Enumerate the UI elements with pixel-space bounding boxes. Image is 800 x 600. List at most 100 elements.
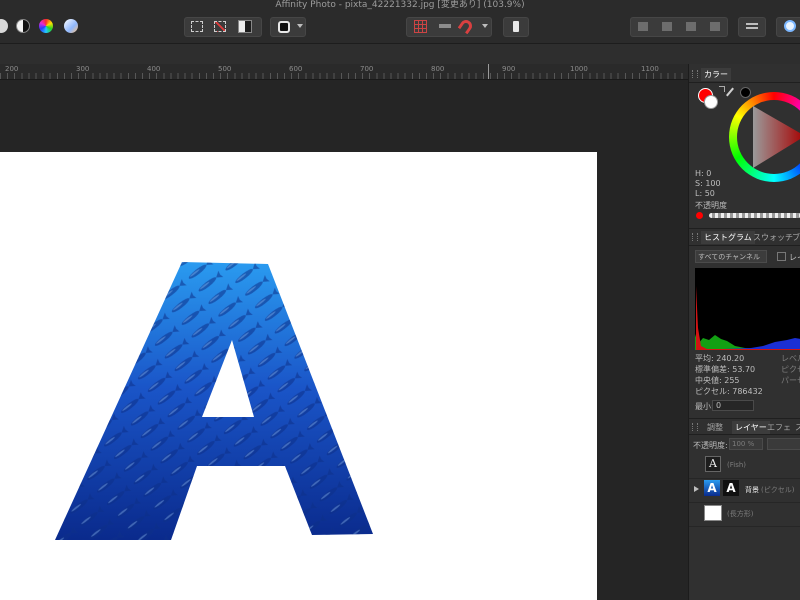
chevron-down-icon[interactable] xyxy=(297,24,303,28)
document-canvas[interactable] xyxy=(0,152,597,600)
ruler-label: 1000 xyxy=(570,65,588,73)
layer-row[interactable]: A (Fish) xyxy=(689,454,800,478)
pixel-layer-thumbnail: A xyxy=(704,480,720,496)
tab-swatches[interactable]: スウォッチ xyxy=(753,232,793,243)
toolbar: Affinity Photo - pixta_42221332.jpg [変更あ… xyxy=(0,0,800,44)
grid-icon[interactable] xyxy=(414,20,427,33)
white-balance-icon[interactable] xyxy=(64,19,78,33)
opacity-label: 不透明度 xyxy=(695,201,727,210)
layer-name: 背景 xyxy=(745,486,759,494)
ruler-label: 700 xyxy=(360,65,374,73)
secondary-color-swatch[interactable] xyxy=(704,95,718,109)
hist-pixel-label: ピクセ xyxy=(781,365,800,374)
tab-color[interactable]: カラー xyxy=(701,68,731,81)
ruler-ticks xyxy=(0,73,688,79)
hue-icon[interactable] xyxy=(39,19,53,33)
color-triangle[interactable] xyxy=(745,106,800,168)
black-swatch[interactable] xyxy=(740,87,751,98)
hist-level-label: レベル xyxy=(781,354,800,363)
canvas-area[interactable] xyxy=(0,80,688,600)
opacity-slider[interactable] xyxy=(709,213,800,218)
layer-checkbox[interactable] xyxy=(777,252,786,261)
ruler-label: 200 xyxy=(5,65,19,73)
panel-grip-icon[interactable] xyxy=(692,423,698,431)
ruler-label: 900 xyxy=(502,65,516,73)
letter-artwork[interactable] xyxy=(0,152,597,600)
hist-pixels: ピクセル: 786432 xyxy=(695,387,763,396)
tab-layers[interactable]: レイヤー xyxy=(732,421,770,434)
right-panel: カラー H: 0 S: 100 L: 50 不透明度 ヒストグラム スウォッチ … xyxy=(688,64,800,600)
lines-icon xyxy=(746,23,758,29)
layer-opacity-select[interactable]: 100 % xyxy=(729,438,763,450)
pixel-layer-glyph: A xyxy=(707,481,717,495)
marquee-select-icon[interactable] xyxy=(191,21,203,32)
arrange-front-icon[interactable] xyxy=(710,22,720,31)
min-input[interactable]: 0 xyxy=(712,400,754,411)
horizontal-ruler: 200 300 400 500 600 700 800 900 1000 110… xyxy=(0,64,688,80)
search-icon xyxy=(784,20,796,32)
ruler-label: 800 xyxy=(431,65,445,73)
chevron-down-icon[interactable] xyxy=(482,24,488,28)
min-label: 最小: xyxy=(695,402,714,411)
layer-checkbox-label: レイ xyxy=(789,253,800,262)
ruler-marker xyxy=(488,64,489,79)
divider xyxy=(689,434,800,435)
layer-name: (Fish) xyxy=(727,461,747,469)
channel-select[interactable]: すべてのチャンネル xyxy=(695,250,767,263)
tab-adjustments[interactable]: 調整 xyxy=(707,422,723,433)
tab-brushes[interactable]: ブ xyxy=(792,232,800,243)
hue-value: H: 0 xyxy=(695,169,712,178)
quick-mask-icon xyxy=(278,21,290,33)
deselect-icon[interactable] xyxy=(214,21,226,32)
context-toolbar xyxy=(0,44,688,64)
divider xyxy=(689,228,800,229)
blend-mode-select[interactable] xyxy=(767,438,800,450)
arrange-forward-icon[interactable] xyxy=(686,22,696,31)
tab-histogram[interactable]: ヒストグラム xyxy=(701,231,755,244)
ruler-label: 600 xyxy=(289,65,303,73)
assistant-icon xyxy=(513,21,519,32)
layer-opacity-label: 不透明度: xyxy=(693,441,728,450)
min-value: 0 xyxy=(716,401,722,410)
hist-stddev: 標準偏差: 53.70 xyxy=(695,365,756,374)
align-icon[interactable] xyxy=(439,24,451,28)
ruler-label: 1100 xyxy=(641,65,659,73)
hist-percent-label: パーセ xyxy=(781,376,800,385)
saturation-value: S: 100 xyxy=(695,179,721,188)
tab-effects[interactable]: エフェ xyxy=(767,422,791,433)
opacity-dot xyxy=(696,212,703,219)
layer-row[interactable]: A A 背景 (ピクセル) xyxy=(689,478,800,502)
invert-selection-icon[interactable] xyxy=(238,20,252,33)
hist-median: 中央値: 255 xyxy=(695,376,740,385)
fish-texture xyxy=(55,262,373,540)
text-layer-glyph: A xyxy=(709,457,717,470)
layer-name: (長方形) xyxy=(727,510,754,518)
divider xyxy=(689,526,800,527)
lightness-value: L: 50 xyxy=(695,189,715,198)
contrast-icon[interactable] xyxy=(16,19,30,33)
text-layer-thumbnail: A xyxy=(705,456,721,472)
expand-triangle-icon[interactable] xyxy=(694,486,699,492)
arrange-backward-icon[interactable] xyxy=(662,22,672,31)
swap-colors-icon[interactable] xyxy=(719,86,725,92)
window-title: Affinity Photo - pixta_42221332.jpg [変更あ… xyxy=(275,0,525,10)
histogram-graph xyxy=(695,268,800,350)
arrange-back-icon[interactable] xyxy=(638,22,648,31)
divider xyxy=(689,82,800,83)
panel-grip-icon[interactable] xyxy=(692,70,698,78)
persona-photo-icon[interactable] xyxy=(0,19,8,33)
divider xyxy=(689,245,800,246)
hist-mean: 平均: 240.20 xyxy=(695,354,745,363)
panel-grip-icon[interactable] xyxy=(692,233,698,241)
rectangle-layer-thumbnail xyxy=(704,505,722,521)
mask-glyph: A xyxy=(726,481,736,495)
eyedropper-icon[interactable] xyxy=(726,87,734,97)
ruler-label: 400 xyxy=(147,65,161,73)
layer-row[interactable]: (長方形) xyxy=(689,502,800,526)
mask-thumbnail: A xyxy=(723,480,739,496)
tab-styles[interactable]: ス xyxy=(795,422,800,433)
ruler-label: 500 xyxy=(218,65,232,73)
ruler-label: 300 xyxy=(76,65,90,73)
layer-kind: (ピクセル) xyxy=(761,486,795,494)
divider xyxy=(689,418,800,419)
